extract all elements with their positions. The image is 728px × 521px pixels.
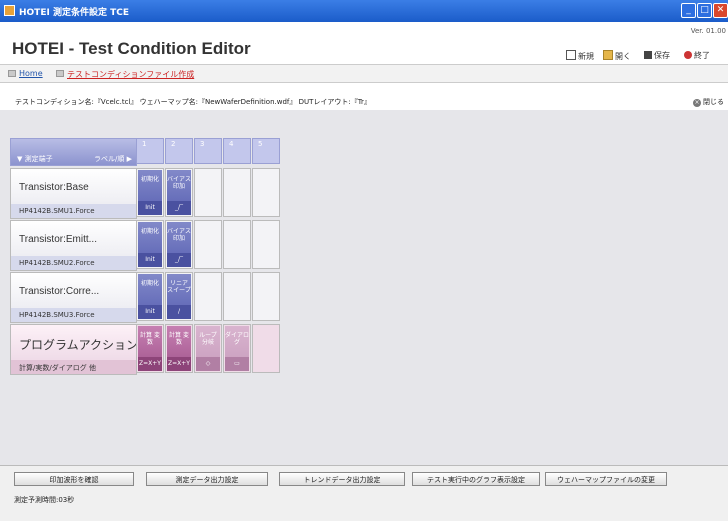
terminal-label[interactable]: Transistor:Base HP4142B.SMU1.Force [10,168,137,219]
breadcrumb-current[interactable]: テストコンディションファイル作成 [67,69,194,80]
action-label: リニア スイープ [167,280,191,294]
close-label: 閉じる [703,98,724,106]
open-button[interactable]: 開く [603,50,631,62]
action-label: 計算 変数 [140,332,160,346]
action-code: Z=X+Y [138,357,162,371]
terminal-header-label: ▼ 測定端子 [17,155,53,163]
column-number: 3 [200,140,205,148]
maximize-button[interactable]: □ [697,3,712,18]
empty-cell[interactable] [194,168,222,217]
program-action-desc: 計算/実数/ダイアログ 他 [19,364,96,372]
column-header-1: 1 [136,138,164,164]
action-label: 初期化 [140,228,159,235]
condition-info: テストコンディション名:『Vcelc.tcl』 ウェハーマップ名:『NewWaf… [15,98,371,106]
action-label: ループ 分岐 [199,332,217,346]
empty-cell[interactable] [252,324,280,373]
init-action[interactable]: 初期化 Init [138,170,162,215]
label-order-header: ラベル/順 ▶ [94,155,132,163]
program-action-name: プログラムアクション [19,338,139,352]
home-icon [8,70,16,77]
action-cell[interactable]: 初期化 Init [136,168,164,217]
program-action-sub: 計算/実数/ダイアログ 他 [11,360,136,374]
action-code: Init [138,201,162,215]
save-icon [644,51,652,59]
action-label: 初期化 [140,280,159,287]
terminal-name: Transistor:Corre... [19,286,100,297]
grid-header: ▼ 測定端子 ラベル/順 ▶ 1 2 3 4 5 [10,138,282,166]
action-label: バイアス 印加 [167,228,192,242]
terminal-instrument: HP4142B.SMU1.Force [19,207,95,215]
close-icon: × [693,99,701,107]
terminal-row: Transistor:Base HP4142B.SMU1.Force 初期化 In… [10,168,282,219]
column-number: 1 [142,140,147,148]
column-number: 4 [229,140,234,148]
column-number: 2 [171,140,176,148]
exit-button[interactable]: 終了 [684,50,710,61]
action-label: 初期化 [140,176,159,183]
dialog-action[interactable]: ダイアログ ▭ [225,326,249,371]
step-wave-icon: _/‾ [167,201,191,215]
open-folder-icon [603,50,613,60]
action-code: Z=X+Y [167,357,191,371]
page-icon [56,70,64,77]
action-cell[interactable]: 計算 変数 Z=X+Y [136,324,164,373]
new-button[interactable]: 新規 [566,50,594,62]
calc-action[interactable]: 計算 変数 Z=X+Y [167,326,191,371]
minimize-button[interactable]: _ [681,3,696,18]
page-title: HOTEI - Test Condition Editor [12,39,251,58]
action-cell[interactable]: ループ 分岐 ◇ [194,324,222,373]
column-number: 5 [258,140,263,148]
empty-cell[interactable] [252,168,280,217]
save-button[interactable]: 保存 [644,50,670,61]
exit-icon [684,51,692,59]
bias-action[interactable]: バイアス 印加 _/‾ [167,170,191,215]
column-header-2: 2 [165,138,193,164]
program-action-row: プログラムアクション 計算/実数/ダイアログ 他 計算 変数 Z=X+Y 計算 変… [10,324,282,375]
breadcrumb: Home テストコンディションファイル作成 [0,65,728,83]
estimated-time: 測定予測時間:03秒 [14,496,75,504]
calc-action[interactable]: 計算 変数 Z=X+Y [138,326,162,371]
data-output-settings-button[interactable]: 測定データ出力設定 [146,472,268,486]
column-header-4: 4 [223,138,251,164]
bottom-bar: 印加波形を確認 測定データ出力設定 トレンドデータ出力設定 テスト実行中のグラフ… [0,465,728,521]
terminal-name: Transistor:Base [19,182,89,193]
column-header-3: 3 [194,138,222,164]
loop-branch-action[interactable]: ループ 分岐 ◇ [196,326,220,371]
new-label: 新規 [578,52,594,61]
terminal-name: Transistor:Emitt... [19,234,97,245]
close-link[interactable]: × 閉じる [693,97,724,107]
action-label: ダイアログ [225,332,250,346]
app-header: HOTEI - Test Condition Editor Ver. 01.00… [0,22,728,65]
window-title: HOTEI 測定条件設定 TCE [19,8,129,18]
column-header-5: 5 [252,138,280,164]
action-label: バイアス 印加 [167,176,192,190]
check-waveform-button[interactable]: 印加波形を確認 [14,472,134,486]
breadcrumb-home[interactable]: Home [19,69,43,78]
action-label: 計算 変数 [169,332,189,346]
exit-label: 終了 [694,51,710,60]
open-label: 開く [615,52,631,61]
info-bar: テストコンディション名:『Vcelc.tcl』 ウェハーマップ名:『NewWaf… [0,95,728,109]
action-cell[interactable]: ダイアログ ▭ [223,324,251,373]
version-label: Ver. 01.00 [690,27,726,35]
empty-cell[interactable] [223,168,251,217]
program-action-label[interactable]: プログラムアクション 計算/実数/ダイアログ 他 [10,324,139,375]
terminal-sub: HP4142B.SMU1.Force [11,204,136,218]
action-cell[interactable]: バイアス 印加 _/‾ [165,168,193,217]
close-button[interactable]: ✕ [713,3,728,18]
trend-output-settings-button[interactable]: トレンドデータ出力設定 [279,472,405,486]
new-file-icon [566,50,576,60]
action-cell[interactable]: 計算 変数 Z=X+Y [165,324,193,373]
save-label: 保存 [654,51,670,60]
graph-display-settings-button[interactable]: テスト実行中のグラフ表示設定 [412,472,540,486]
diamond-icon: ◇ [196,357,220,371]
app-icon [4,5,15,16]
change-wafer-map-button[interactable]: ウェハーマップファイルの変更 [545,472,667,486]
terminal-header[interactable]: ▼ 測定端子 ラベル/順 ▶ [10,138,137,166]
window-titlebar: HOTEI 測定条件設定 TCE _ □ ✕ [0,0,728,22]
dialog-icon: ▭ [225,357,249,371]
